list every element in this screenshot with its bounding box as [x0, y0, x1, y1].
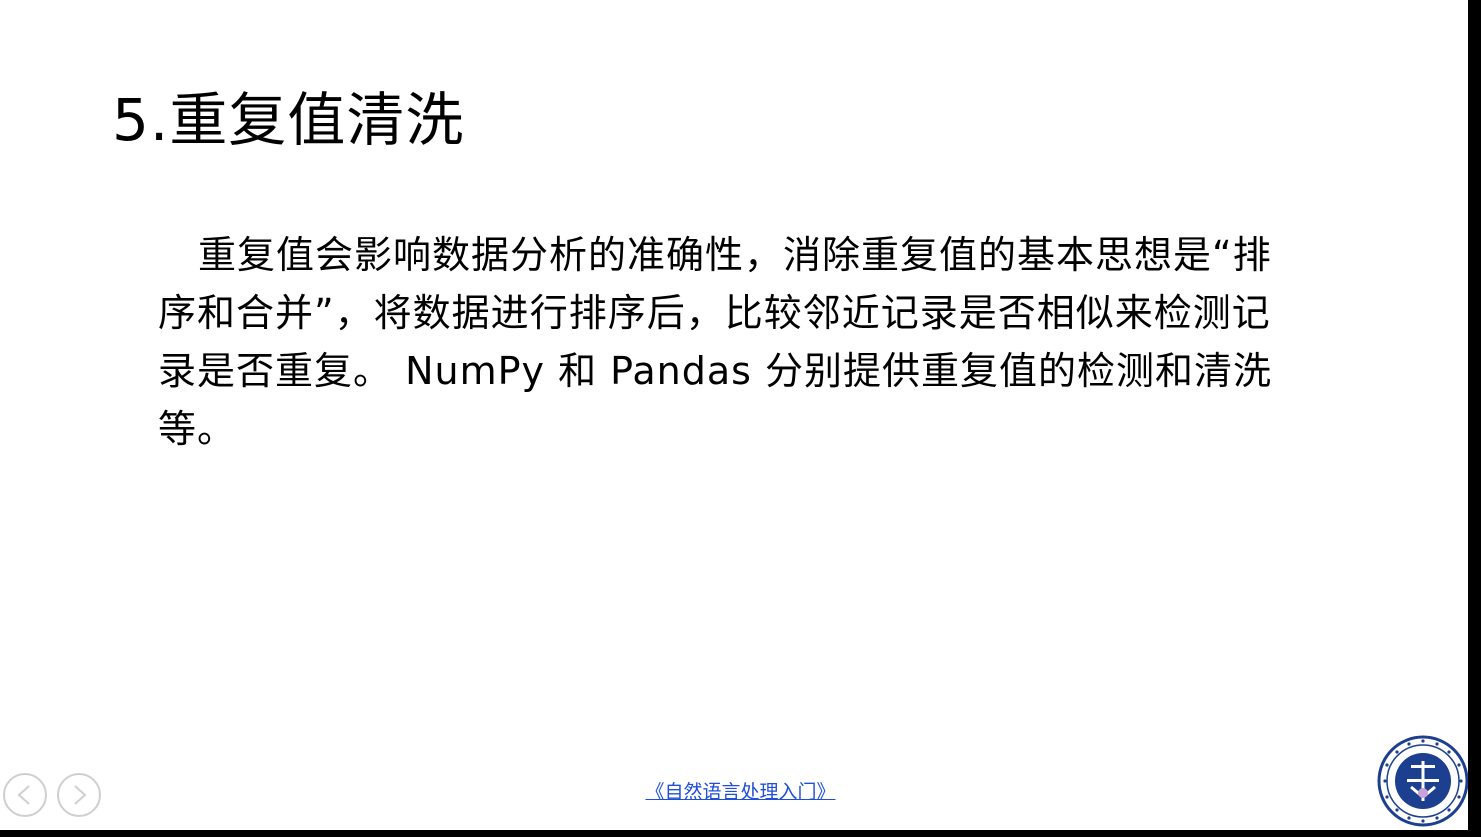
next-slide-button[interactable]	[57, 773, 101, 817]
university-seal-logo	[1377, 735, 1469, 827]
slide-title: 5.重复值清洗	[112, 86, 465, 154]
window-right-edge	[1468, 0, 1481, 837]
window-bottom-edge	[0, 830, 1481, 837]
chevron-right-icon	[74, 785, 87, 805]
chevron-left-icon	[17, 785, 30, 805]
slide-canvas: 5.重复值清洗 重复值会影响数据分析的准确性，消除重复值的基本思想是“排序和合并…	[0, 0, 1469, 830]
slide-body-text: 重复值会影响数据分析的准确性，消除重复值的基本思想是“排序和合并”，将数据进行排…	[158, 233, 1273, 451]
previous-slide-button[interactable]	[3, 773, 47, 817]
footer-book-link[interactable]: 《自然语言处理入门》	[0, 779, 1481, 805]
university-seal-icon	[1377, 735, 1469, 827]
